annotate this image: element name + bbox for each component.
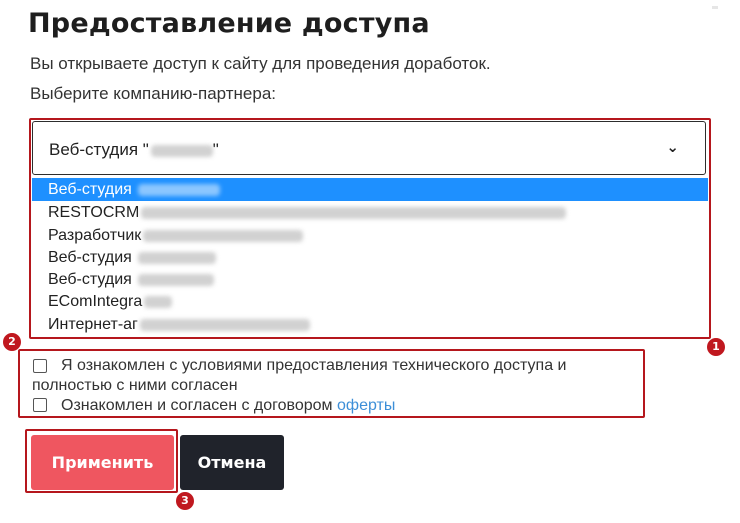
- annotation-frame-3: [25, 429, 178, 493]
- annotation-badge-3: 3: [175, 491, 195, 511]
- annotation-badge-2: 2: [2, 332, 22, 352]
- partner-select-label: Выберите компанию-партнера:: [30, 84, 277, 103]
- annotation-frame-1: [29, 118, 711, 339]
- cancel-button[interactable]: Отмена: [180, 435, 284, 490]
- page-title: Предоставление доступа: [28, 8, 430, 39]
- annotation-frame-2: [18, 349, 645, 418]
- decorative-mark: [712, 6, 718, 9]
- page-subtitle: Вы открываете доступ к сайту для проведе…: [30, 54, 491, 73]
- annotation-badge-1: 1: [706, 337, 726, 357]
